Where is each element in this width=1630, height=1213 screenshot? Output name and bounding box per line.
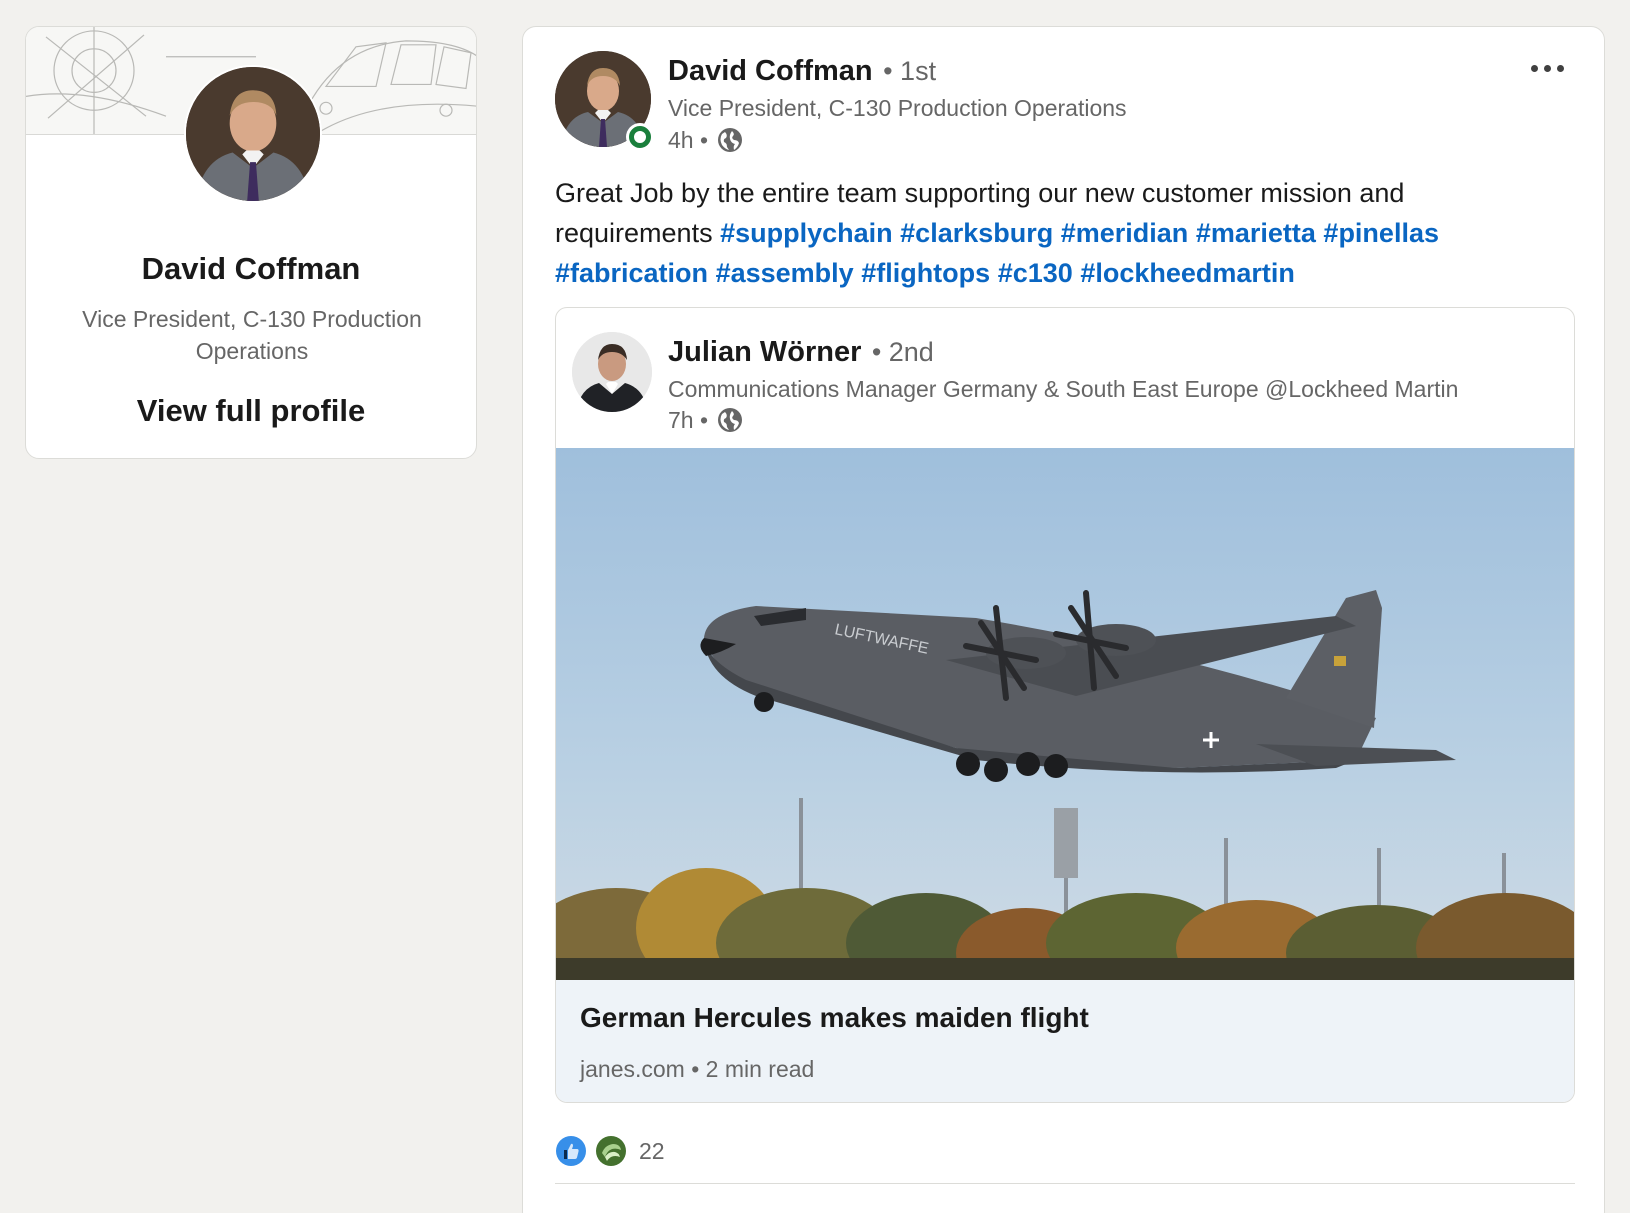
profile-name[interactable]: David Coffman — [26, 251, 476, 287]
post-time: 4h • — [668, 126, 709, 153]
more-options-button[interactable] — [1521, 53, 1573, 83]
hashtag-link[interactable]: #fabrication — [555, 258, 708, 288]
hashtag-link[interactable]: #marietta — [1196, 218, 1316, 248]
shared-author-avatar[interactable] — [572, 332, 652, 412]
more-horizontal-icon — [1530, 64, 1538, 72]
shared-author-name[interactable]: Julian Wörner — [668, 336, 861, 368]
author-line: David Coffman • 1st — [668, 55, 936, 88]
author-name[interactable]: David Coffman — [668, 55, 873, 87]
profile-card: David Coffman Vice President, C-130 Prod… — [25, 26, 477, 459]
article-title[interactable]: German Hercules makes maiden flight — [580, 1002, 1089, 1034]
hashtag-link[interactable]: #flightops — [861, 258, 990, 288]
shared-post-meta: 7h • — [668, 406, 744, 434]
hashtag-link[interactable]: #pinellas — [1323, 218, 1439, 248]
shared-post-time: 7h • — [668, 406, 709, 433]
like-icon — [556, 1136, 586, 1166]
author-headline: Vice President, C-130 Production Operati… — [668, 95, 1127, 121]
feed-post: David Coffman • 1st Vice President, C-13… — [522, 26, 1605, 1213]
shared-author-connection-degree: • 2nd — [871, 337, 934, 367]
author-connection-degree: • 1st — [883, 56, 937, 86]
reactions-summary[interactable]: 22 — [555, 1135, 665, 1167]
post-text: Great Job by the entire team supporting … — [555, 173, 1555, 293]
divider — [555, 1183, 1575, 1184]
globe-icon — [718, 408, 743, 432]
reaction-count: 22 — [639, 1137, 665, 1164]
hashtag-link[interactable]: #assembly — [716, 258, 854, 288]
page: David Coffman Vice President, C-130 Prod… — [0, 0, 1630, 1213]
hashtag-link[interactable]: #clarksburg — [900, 218, 1053, 248]
post-meta: 4h • — [668, 126, 744, 154]
article-source: janes.com • 2 min read — [580, 1056, 815, 1082]
hashtag-link[interactable]: #lockheedmartin — [1080, 258, 1295, 288]
shared-post: Julian Wörner • 2nd Communications Manag… — [555, 307, 1575, 1103]
hashtag-link[interactable]: #meridian — [1061, 218, 1189, 248]
article-footer[interactable]: German Hercules makes maiden flight jane… — [556, 980, 1574, 1102]
globe-icon — [718, 128, 743, 152]
hashtag-link[interactable]: #c130 — [998, 258, 1073, 288]
support-icon — [596, 1136, 626, 1166]
online-status-indicator — [626, 123, 654, 151]
view-full-profile-link[interactable]: View full profile — [26, 393, 476, 429]
article-image-aircraft[interactable]: LUFTWAFFE — [556, 448, 1574, 980]
shared-author-line: Julian Wörner • 2nd — [668, 336, 934, 369]
profile-avatar[interactable] — [184, 65, 322, 203]
shared-author-headline: Communications Manager Germany & South E… — [668, 376, 1459, 402]
profile-headline: Vice President, C-130 Production Operati… — [82, 306, 422, 364]
hashtag-link[interactable]: #supplychain — [720, 218, 893, 248]
